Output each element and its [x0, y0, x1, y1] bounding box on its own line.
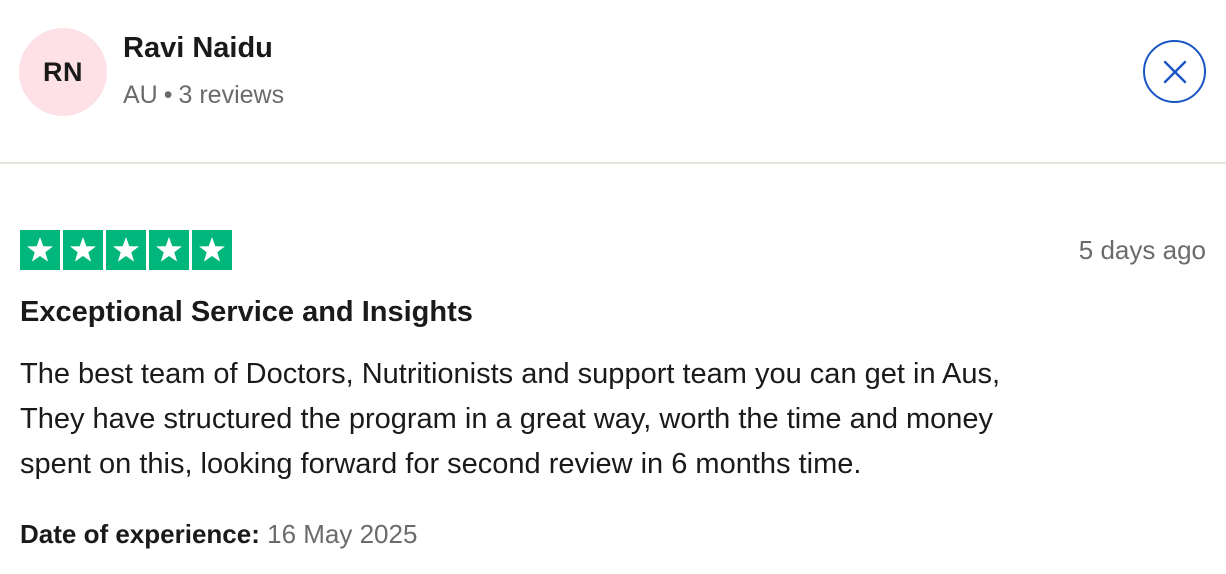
review-posted-date: 5 days ago — [1078, 235, 1206, 265]
avatar: RN — [19, 28, 107, 116]
experience-label: Date of experience: — [20, 519, 260, 549]
close-button[interactable] — [1143, 40, 1206, 103]
review-body-line: spent on this, looking forward for secon… — [20, 448, 862, 480]
reviewer-meta: AU • 3 reviews — [123, 81, 284, 110]
review-title: Exceptional Service and Insights — [20, 296, 473, 328]
review-body-line: They have structured the program in a gr… — [20, 403, 994, 435]
star-icon — [149, 230, 189, 270]
close-icon — [1163, 60, 1186, 83]
reviewer-header: RN Ravi Naidu AU • 3 reviews — [0, 0, 1226, 164]
date-of-experience: Date of experience: 16 May 2025 — [20, 519, 417, 550]
review-body: The best team of Doctors, Nutritionists … — [20, 352, 1200, 487]
star-icon — [106, 230, 146, 270]
review-body-line: The best team of Doctors, Nutritionists … — [20, 358, 1001, 390]
star-rating — [20, 230, 232, 270]
reviewer-name[interactable]: Ravi Naidu — [123, 32, 273, 65]
star-icon — [20, 230, 60, 270]
meta-separator: • — [163, 81, 173, 109]
experience-date: 16 May 2025 — [267, 519, 418, 549]
star-icon — [63, 230, 103, 270]
star-icon — [192, 230, 232, 270]
reviewer-review-count: 3 reviews — [178, 81, 285, 109]
reviewer-country: AU — [123, 81, 158, 109]
